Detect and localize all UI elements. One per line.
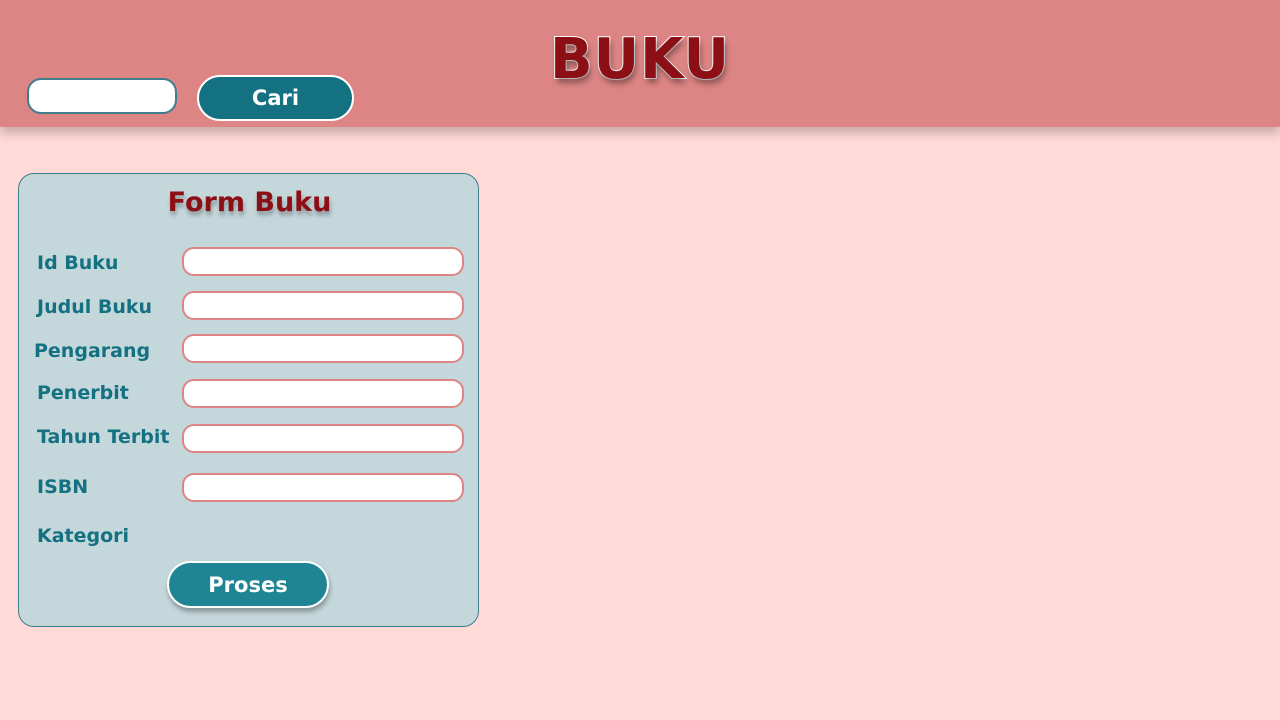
label-id-buku: Id Buku [37, 252, 119, 274]
label-kategori: Kategori [37, 525, 130, 547]
label-pengarang: Pengarang [34, 340, 151, 362]
header-bar: BUKU Cari [0, 0, 1280, 127]
label-tahun-terbit: Tahun Terbit [37, 426, 170, 448]
penerbit-field[interactable] [182, 379, 464, 408]
label-penerbit: Penerbit [37, 382, 129, 404]
search-input[interactable] [27, 78, 177, 114]
pengarang-field[interactable] [182, 334, 464, 363]
id-buku-field[interactable] [182, 247, 464, 276]
page-title: BUKU [549, 26, 731, 93]
label-isbn: ISBN [37, 476, 89, 498]
judul-buku-field[interactable] [182, 291, 464, 320]
book-form-panel: Form Buku Id Buku Judul Buku Pengarang P… [18, 173, 479, 627]
isbn-field[interactable] [182, 473, 464, 502]
search-button[interactable]: Cari [197, 75, 354, 121]
label-judul-buku: Judul Buku [37, 296, 153, 318]
form-title: Form Buku [167, 187, 332, 218]
tahun-terbit-field[interactable] [182, 424, 464, 453]
proses-button[interactable]: Proses [167, 561, 329, 608]
